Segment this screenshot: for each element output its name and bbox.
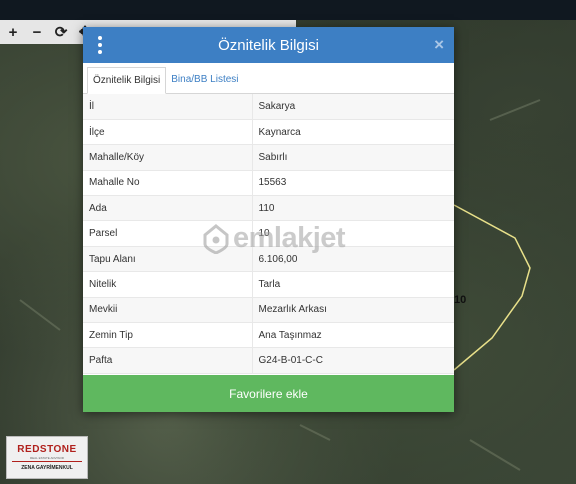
zoom-in-button[interactable]: + — [3, 22, 23, 42]
logo-divider — [12, 461, 82, 462]
table-row: Nitelik Tarla — [83, 271, 454, 298]
table-row: Mahalle/Köy Sabırlı — [83, 144, 454, 171]
attribute-key: Mevkii — [83, 297, 253, 324]
close-icon[interactable]: × — [434, 35, 444, 55]
attribute-value: Ana Taşınmaz — [252, 322, 454, 349]
table-row: Ada 110 — [83, 195, 454, 222]
add-favorite-button[interactable]: Favorilere ekle — [83, 375, 454, 412]
table-row: İlçe Kaynarca — [83, 119, 454, 146]
logo-subtitle: REAL ESTATE ADVISOR — [30, 456, 64, 460]
logo-company-name: ZENA GAYRİMENKUL — [21, 465, 73, 471]
attribute-value: G24-B-01-C-C — [252, 347, 454, 374]
table-row: Mevkii Mezarlık Arkası — [83, 297, 454, 324]
attribute-info-dialog: Öznitelik Bilgisi × Öznitelik Bilgisi Bi… — [83, 27, 454, 412]
attribute-key: İl — [83, 94, 253, 120]
attribute-value: Mezarlık Arkası — [252, 297, 454, 324]
attribute-value: Tarla — [252, 271, 454, 298]
vertical-dots-icon[interactable] — [93, 36, 107, 54]
table-row: Pafta G24-B-01-C-C — [83, 347, 454, 374]
refresh-button[interactable]: ⟳ — [51, 22, 71, 42]
table-row: İl Sakarya — [83, 94, 454, 120]
logo-brand: REDSTONE — [17, 444, 77, 455]
attribute-value: 15563 — [252, 170, 454, 197]
dialog-header: Öznitelik Bilgisi × — [83, 27, 454, 63]
attribute-key: Zemin Tip — [83, 322, 253, 349]
top-bar — [0, 0, 576, 20]
attribute-key: Pafta — [83, 347, 253, 374]
tab-attribute-info[interactable]: Öznitelik Bilgisi — [87, 67, 167, 94]
dialog-title: Öznitelik Bilgisi — [218, 36, 319, 54]
attribute-key: İlçe — [83, 119, 253, 146]
attribute-value: Sabırlı — [252, 144, 454, 171]
attribute-value: 110 — [252, 195, 454, 222]
company-logo: REDSTONE REAL ESTATE ADVISOR ZENA GAYRİM… — [6, 436, 88, 479]
dialog-tabs: Öznitelik Bilgisi Bina/BB Listesi — [83, 63, 454, 94]
attribute-key: Ada — [83, 195, 253, 222]
attribute-value: Kaynarca — [252, 119, 454, 146]
parcel-number-label: 10 — [454, 294, 467, 306]
house-pin-icon — [203, 223, 229, 254]
attribute-value: Sakarya — [252, 94, 454, 120]
watermark: emlakjet — [203, 222, 346, 255]
table-row: Mahalle No 15563 — [83, 170, 454, 197]
watermark-text: emlakjet — [233, 222, 346, 254]
tab-building-list[interactable]: Bina/BB Listesi — [166, 67, 243, 94]
attribute-key: Mahalle No — [83, 170, 253, 197]
attribute-key: Mahalle/Köy — [83, 144, 253, 171]
table-row: Zemin Tip Ana Taşınmaz — [83, 322, 454, 349]
zoom-out-button[interactable]: − — [27, 22, 47, 42]
attribute-key: Nitelik — [83, 271, 253, 298]
